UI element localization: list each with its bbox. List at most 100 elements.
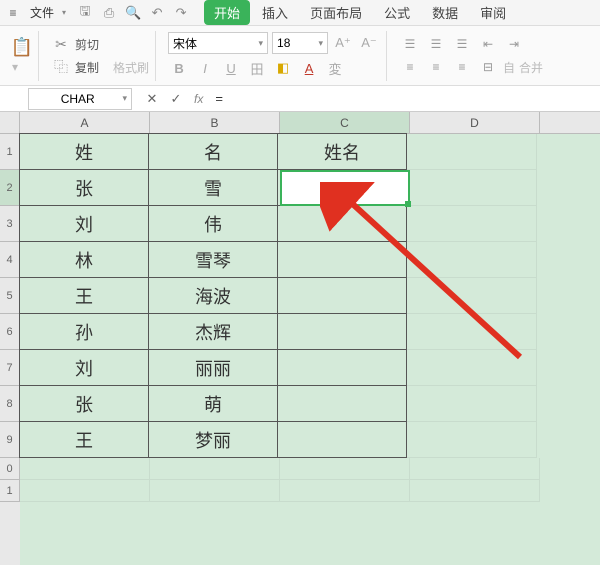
cell[interactable] [277, 421, 407, 458]
align-bottom-icon[interactable]: ☰ [451, 34, 473, 54]
font-color-icon[interactable]: A [298, 57, 320, 79]
cell[interactable] [407, 242, 537, 278]
row-header[interactable]: 1 [0, 480, 20, 502]
copy-label[interactable]: 复制 [75, 59, 99, 76]
row-header[interactable]: 4 [0, 242, 20, 278]
tab-data[interactable]: 数据 [422, 0, 468, 25]
cell[interactable]: 姓名 [277, 133, 407, 170]
cell[interactable]: 名 [148, 133, 278, 170]
cell[interactable] [407, 170, 537, 206]
cell[interactable] [277, 277, 407, 314]
merge-icon[interactable]: ⊟ [477, 57, 499, 77]
cell[interactable]: 萌 [148, 385, 278, 422]
cell[interactable] [407, 422, 537, 458]
row-header[interactable]: 0 [0, 458, 20, 480]
cell[interactable] [277, 385, 407, 422]
cell[interactable]: 王 [19, 277, 149, 314]
file-menu[interactable]: 文件 [24, 2, 60, 23]
row-header[interactable]: 8 [0, 386, 20, 422]
redo-icon[interactable]: ↷ [170, 2, 192, 24]
cell[interactable]: 梦丽 [148, 421, 278, 458]
tab-start[interactable]: 开始 [204, 0, 250, 25]
undo-icon[interactable]: ↶ [146, 2, 168, 24]
row-header[interactable]: 7 [0, 350, 20, 386]
indent-decrease-icon[interactable]: ⇤ [477, 34, 499, 54]
format-painter-label[interactable]: 格式刷 [113, 59, 149, 76]
row-header[interactable]: 6 [0, 314, 20, 350]
align-left-icon[interactable]: ≡ [399, 57, 421, 77]
border-icon[interactable]: 田 [246, 57, 268, 79]
fill-color-icon[interactable]: ◧ [272, 57, 294, 79]
cell[interactable] [407, 134, 537, 170]
underline-icon[interactable]: U [220, 57, 242, 79]
cell[interactable]: 张 [19, 385, 149, 422]
cell[interactable]: 丽丽 [148, 349, 278, 386]
cell[interactable] [20, 480, 150, 502]
select-all-corner[interactable] [0, 112, 20, 134]
tab-page-layout[interactable]: 页面布局 [300, 0, 372, 25]
cell[interactable] [150, 458, 280, 480]
italic-icon[interactable]: I [194, 57, 216, 79]
cell[interactable] [407, 350, 537, 386]
cell[interactable] [410, 480, 540, 502]
cell[interactable]: 王 [19, 421, 149, 458]
phonetic-icon[interactable]: 変 [324, 57, 346, 79]
wrap-label[interactable]: 自 [503, 59, 515, 76]
cell[interactable] [407, 206, 537, 242]
name-box[interactable]: CHAR ▾ [28, 88, 132, 110]
cell[interactable] [277, 169, 407, 206]
cell[interactable]: 孙 [19, 313, 149, 350]
align-right-icon[interactable]: ≡ [451, 57, 473, 77]
cell[interactable]: 林 [19, 241, 149, 278]
tab-insert[interactable]: 插入 [252, 0, 298, 25]
row-header[interactable]: 3 [0, 206, 20, 242]
paste-icon[interactable]: 📋 [12, 37, 32, 57]
tab-formula[interactable]: 公式 [374, 0, 420, 25]
cancel-formula-icon[interactable]: ✕ [140, 87, 164, 111]
indent-increase-icon[interactable]: ⇥ [503, 34, 525, 54]
cell[interactable] [20, 458, 150, 480]
tab-review[interactable]: 审阅 [470, 0, 516, 25]
cell[interactable] [277, 241, 407, 278]
fx-icon[interactable]: fx [194, 92, 203, 106]
row-header[interactable]: 1 [0, 134, 20, 170]
cell[interactable] [280, 480, 410, 502]
row-header[interactable]: 9 [0, 422, 20, 458]
cell[interactable]: 刘 [19, 349, 149, 386]
cell[interactable]: 海波 [148, 277, 278, 314]
hamburger-icon[interactable]: ≡ [4, 4, 22, 22]
print-preview-icon[interactable]: 🔍 [122, 2, 144, 24]
align-top-icon[interactable]: ☰ [399, 34, 421, 54]
col-header-c[interactable]: C [280, 112, 410, 133]
formula-input[interactable]: = [209, 91, 600, 106]
align-center-icon[interactable]: ≡ [425, 57, 447, 77]
save-icon[interactable]: 🖫 [74, 2, 96, 24]
col-header-d[interactable]: D [410, 112, 540, 133]
cell[interactable] [407, 386, 537, 422]
row-header[interactable]: 2 [0, 170, 20, 206]
cell[interactable] [407, 278, 537, 314]
merge-label[interactable]: 合并 [519, 59, 543, 76]
copy-icon[interactable]: ⿻ [51, 57, 71, 77]
cut-icon[interactable]: ✂ [51, 34, 71, 54]
cell[interactable] [407, 314, 537, 350]
cell[interactable]: 杰辉 [148, 313, 278, 350]
cell[interactable]: 姓 [19, 133, 149, 170]
decrease-font-icon[interactable]: A⁻ [358, 32, 380, 54]
cell[interactable]: 雪琴 [148, 241, 278, 278]
paste-dropdown-icon[interactable]: ▾ [12, 60, 32, 74]
col-header-a[interactable]: A [20, 112, 150, 133]
row-header[interactable]: 5 [0, 278, 20, 314]
font-name-select[interactable]: 宋体 ▾ [168, 32, 268, 54]
font-size-select[interactable]: 18 ▾ [272, 32, 328, 54]
cut-label[interactable]: 剪切 [75, 36, 99, 53]
cell[interactable]: 张 [19, 169, 149, 206]
cell[interactable] [410, 458, 540, 480]
cell[interactable] [280, 458, 410, 480]
accept-formula-icon[interactable]: ✓ [164, 87, 188, 111]
file-dropdown-icon[interactable]: ▾ [62, 8, 66, 17]
cell[interactable] [277, 313, 407, 350]
cell[interactable]: 刘 [19, 205, 149, 242]
bold-icon[interactable]: B [168, 57, 190, 79]
increase-font-icon[interactable]: A⁺ [332, 32, 354, 54]
